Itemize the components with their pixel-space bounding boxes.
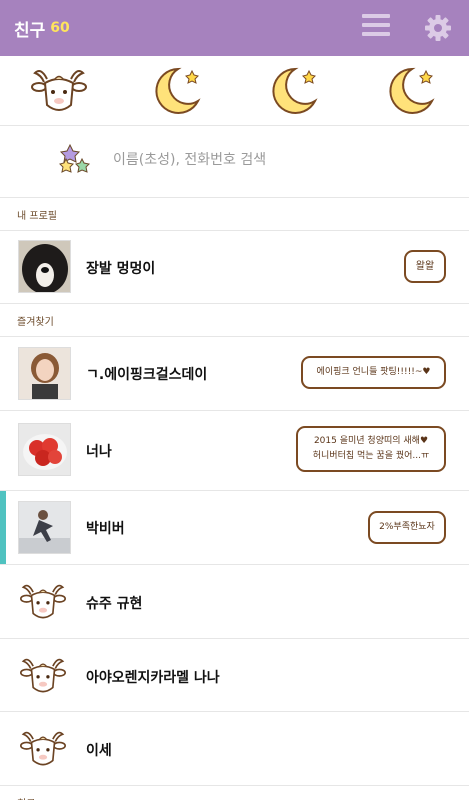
search-bar[interactable]: 이름(초성), 전화번호 검색 bbox=[0, 127, 469, 198]
goat-icon bbox=[20, 731, 66, 766]
friend-name: 이세 bbox=[86, 743, 112, 759]
menu-icon[interactable] bbox=[362, 14, 390, 42]
tab-chats[interactable] bbox=[117, 56, 234, 126]
section-label: 친구 bbox=[17, 795, 35, 800]
tab-friends[interactable] bbox=[0, 56, 117, 126]
section-label: 즐겨찾기 bbox=[17, 317, 54, 328]
tab-channel[interactable] bbox=[234, 56, 351, 126]
section-favorites: 즐겨찾기 bbox=[0, 304, 469, 337]
section-friends: 친구 bbox=[0, 786, 469, 800]
friend-name: 아야오렌지카라멜 나나 bbox=[86, 670, 220, 686]
moon-icon bbox=[154, 67, 201, 114]
friend-name: 슈주 규현 bbox=[86, 596, 143, 612]
app-header: 친구 60 bbox=[0, 0, 469, 56]
friend-row[interactable]: 너나 2015 을미년 청양띠의 새해♥ 허니버터칩 먹는 꿈을 꿨어...ㅠ bbox=[0, 411, 469, 491]
friend-name: 너나 bbox=[86, 444, 112, 460]
goat-icon bbox=[20, 658, 66, 693]
friend-name: 박비버 bbox=[86, 521, 125, 537]
tab-more[interactable] bbox=[351, 56, 468, 126]
profile-name: 장발 멍멍이 bbox=[86, 261, 156, 277]
friend-name: ㄱ.에이핑크걸스데이 bbox=[86, 367, 208, 383]
avatar bbox=[18, 423, 71, 476]
goat-icon bbox=[30, 70, 87, 111]
friend-row[interactable]: 아야오렌지카라멜 나나 bbox=[0, 639, 469, 712]
friend-count: 60 bbox=[50, 20, 70, 36]
search-placeholder: 이름(초성), 전화번호 검색 bbox=[113, 152, 267, 168]
goat-icon bbox=[20, 584, 66, 619]
status-bubble: 2%부족한뇨자 bbox=[368, 511, 446, 544]
status-bubble: 왈왈 bbox=[404, 250, 446, 283]
selected-indicator bbox=[0, 491, 6, 564]
gear-icon[interactable] bbox=[423, 13, 453, 43]
section-label: 내 프로필 bbox=[17, 211, 57, 222]
avatar bbox=[18, 347, 71, 400]
tab-bar bbox=[0, 56, 469, 126]
status-bubble: 2015 을미년 청양띠의 새해♥ 허니버터칩 먹는 꿈을 꿨어...ㅠ bbox=[296, 426, 446, 472]
friends-screen: 친구 60 이름(초성), 전화번호 검색 내 프로필 장발 멍멍이 왈왈 즐겨… bbox=[0, 0, 469, 800]
avatar bbox=[18, 240, 71, 293]
friend-row[interactable]: 박비버 2%부족한뇨자 bbox=[0, 491, 469, 565]
my-profile-row[interactable]: 장발 멍멍이 왈왈 bbox=[0, 231, 469, 304]
status-bubble: 에이핑크 언니들 팟팅!!!!!~♥ bbox=[301, 356, 446, 389]
header-title: 친구 bbox=[14, 20, 46, 41]
friend-row[interactable]: 이세 bbox=[0, 712, 469, 786]
friend-row[interactable]: 슈주 규현 bbox=[0, 565, 469, 639]
friend-row[interactable]: ㄱ.에이핑크걸스데이 에이핑크 언니들 팟팅!!!!!~♥ bbox=[0, 337, 469, 411]
section-my-profile: 내 프로필 bbox=[0, 198, 469, 231]
avatar bbox=[18, 501, 71, 554]
moon-icon bbox=[271, 67, 318, 114]
stars-icon bbox=[59, 143, 91, 173]
moon-icon bbox=[388, 67, 435, 114]
